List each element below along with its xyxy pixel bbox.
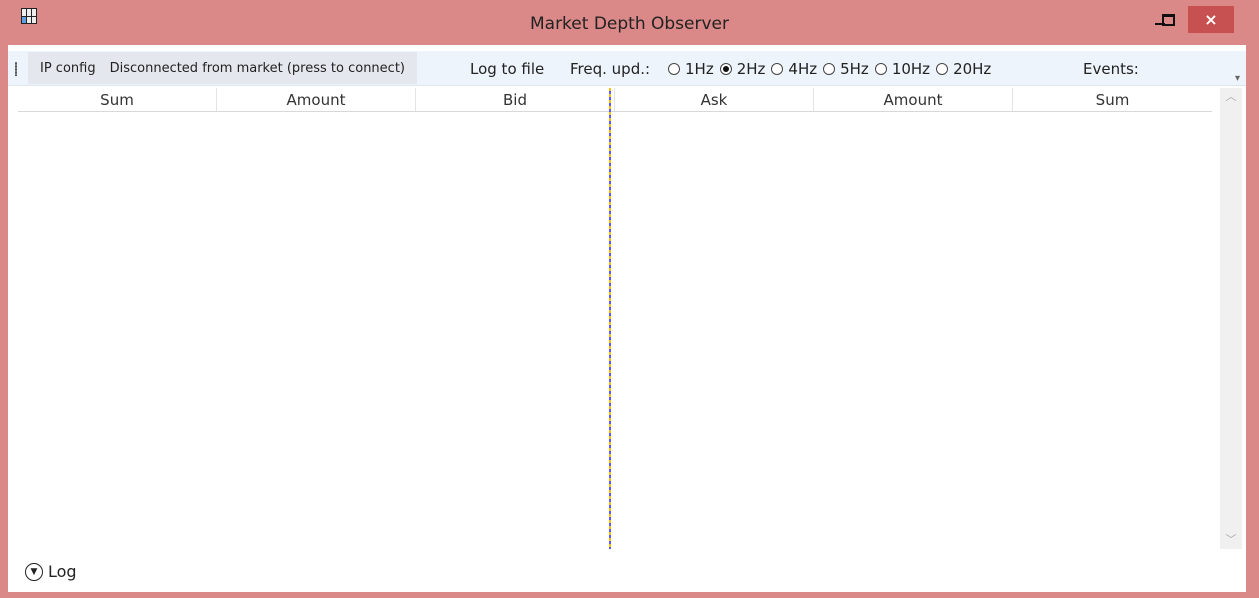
chevron-down-icon: ▼: [25, 562, 43, 581]
column-header-ask-sum[interactable]: Sum: [1013, 88, 1212, 111]
radio-4hz[interactable]: 4Hz: [771, 60, 817, 78]
vertical-scrollbar[interactable]: ︿ ﹀: [1220, 88, 1242, 549]
connect-button[interactable]: Disconnected from market (press to conne…: [110, 61, 405, 76]
scroll-up-icon[interactable]: ︿: [1220, 88, 1242, 106]
radio-icon: [823, 63, 836, 75]
client-area: IP config Disconnected from market (pres…: [8, 45, 1246, 592]
radio-5hz[interactable]: 5Hz: [823, 60, 869, 78]
radio-10hz[interactable]: 10Hz: [874, 60, 930, 78]
toolbar-overflow-icon[interactable]: ▾: [1235, 73, 1240, 84]
app-window: Market Depth Observer × IP config Discon…: [0, 0, 1259, 598]
freq-radio-group: 1Hz 2Hz 4Hz 5Hz 10Hz 20Hz: [668, 60, 997, 78]
radio-1hz[interactable]: 1Hz: [668, 60, 714, 78]
log-label: Log: [48, 562, 77, 581]
radio-icon: [874, 63, 887, 75]
close-button[interactable]: ×: [1188, 6, 1234, 33]
toolbar: IP config Disconnected from market (pres…: [8, 51, 1246, 86]
radio-20hz[interactable]: 20Hz: [936, 60, 991, 78]
radio-icon: [936, 63, 949, 75]
title-bar[interactable]: Market Depth Observer ×: [0, 0, 1259, 45]
scroll-down-icon[interactable]: ﹀: [1220, 531, 1242, 549]
column-header-ask[interactable]: Ask: [615, 88, 814, 111]
column-header-bid-sum[interactable]: Sum: [18, 88, 217, 111]
column-header-bid-amount[interactable]: Amount: [217, 88, 416, 111]
bid-ask-divider: [609, 88, 611, 549]
column-header-ask-amount[interactable]: Amount: [814, 88, 1013, 111]
toolbar-button-group: IP config Disconnected from market (pres…: [28, 52, 417, 84]
radio-icon: [771, 63, 784, 75]
ip-config-button[interactable]: IP config: [40, 61, 96, 76]
freq-label: Freq. upd.:: [570, 60, 651, 78]
window-title: Market Depth Observer: [529, 14, 729, 34]
radio-selected-icon: [719, 63, 732, 75]
radio-icon: [668, 63, 680, 75]
events-label: Events:: [1083, 60, 1139, 78]
log-to-file-button[interactable]: Log to file: [470, 60, 544, 78]
grid-header: Sum Amount Bid Ask Amount Sum: [18, 88, 1212, 112]
toolbar-grip-icon[interactable]: [15, 62, 17, 76]
depth-grid: Sum Amount Bid Ask Amount Sum: [18, 88, 1212, 546]
column-header-bid[interactable]: Bid: [416, 88, 615, 111]
close-icon: ×: [1204, 10, 1218, 29]
log-toggle[interactable]: ▼ Log: [25, 562, 77, 581]
radio-2hz[interactable]: 2Hz: [719, 60, 765, 78]
maximize-button[interactable]: [1156, 6, 1180, 33]
